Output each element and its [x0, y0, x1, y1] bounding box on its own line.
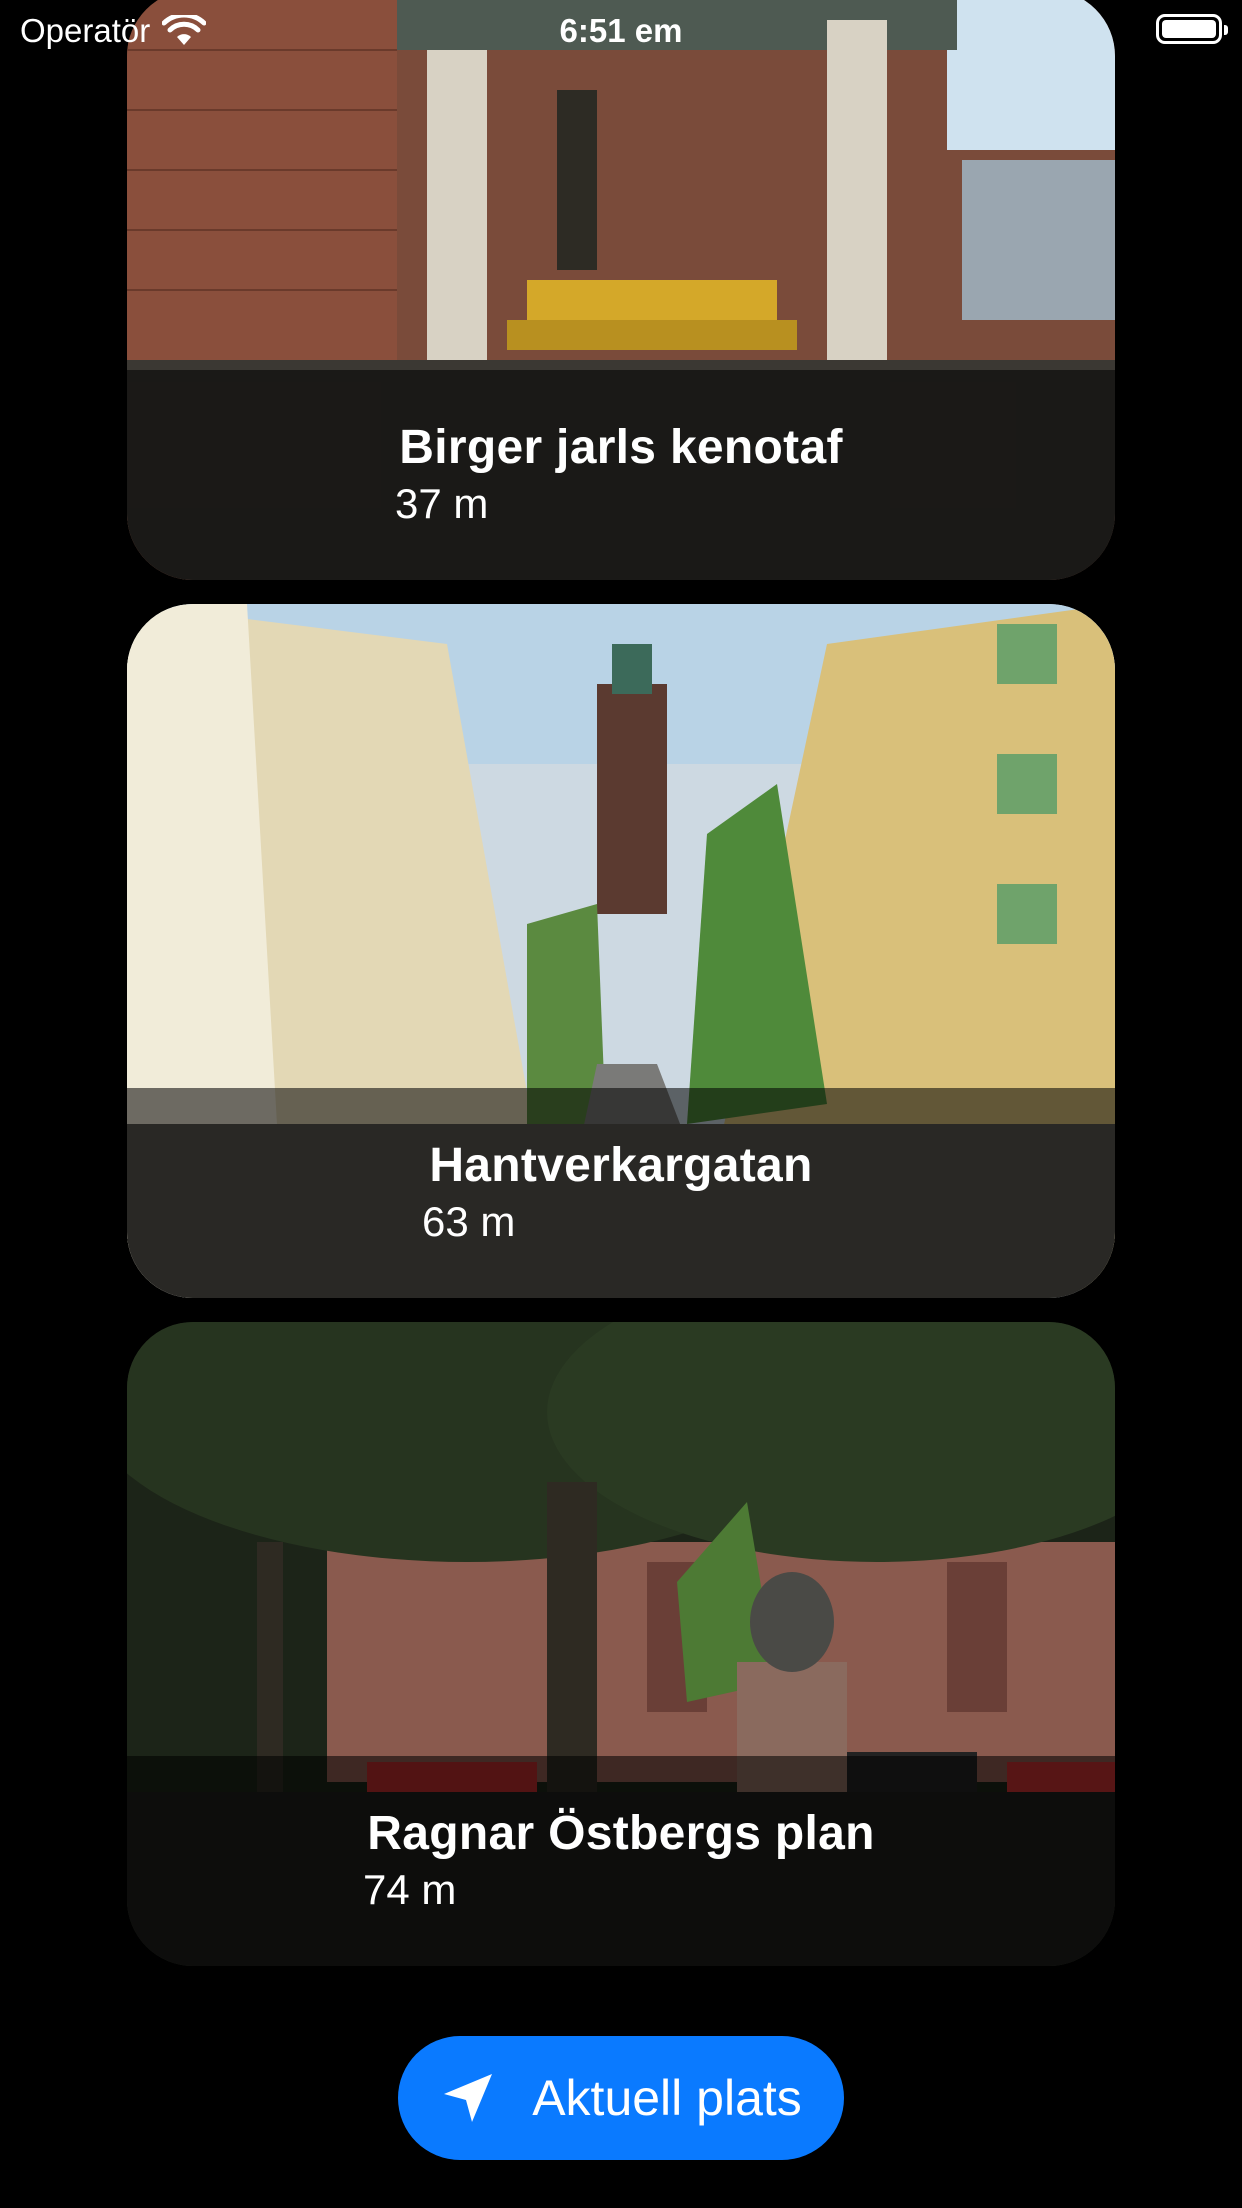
place-card-ragnar-ostbergs-plan[interactable]: Ragnar Östbergs plan 74 m — [127, 1322, 1115, 1966]
place-card-birger-jarls-kenotaf[interactable]: Birger jarls kenotaf 37 m — [127, 0, 1115, 580]
status-bar: Operatör 6:51 em — [0, 0, 1242, 62]
current-location-label: Aktuell plats — [532, 2070, 802, 2126]
location-arrow-icon — [444, 2074, 493, 2122]
place-name: Birger jarls kenotaf — [399, 421, 843, 474]
place-caption: Birger jarls kenotaf 37 m — [127, 370, 1115, 580]
place-name: Ragnar Östbergs plan — [367, 1807, 875, 1860]
status-time: 6:51 em — [559, 12, 683, 49]
place-caption: Hantverkargatan 63 m — [127, 1088, 1115, 1298]
battery-full-icon — [1156, 14, 1228, 44]
place-caption: Ragnar Östbergs plan 74 m — [127, 1756, 1115, 1966]
place-name: Hantverkargatan — [429, 1139, 813, 1192]
place-distance: 74 m — [363, 1866, 457, 1913]
place-distance: 37 m — [395, 480, 489, 527]
place-distance: 63 m — [422, 1198, 516, 1245]
current-location-button[interactable]: Aktuell plats — [398, 2036, 844, 2160]
place-card-hantverkargatan[interactable]: Hantverkargatan 63 m — [127, 604, 1115, 1298]
